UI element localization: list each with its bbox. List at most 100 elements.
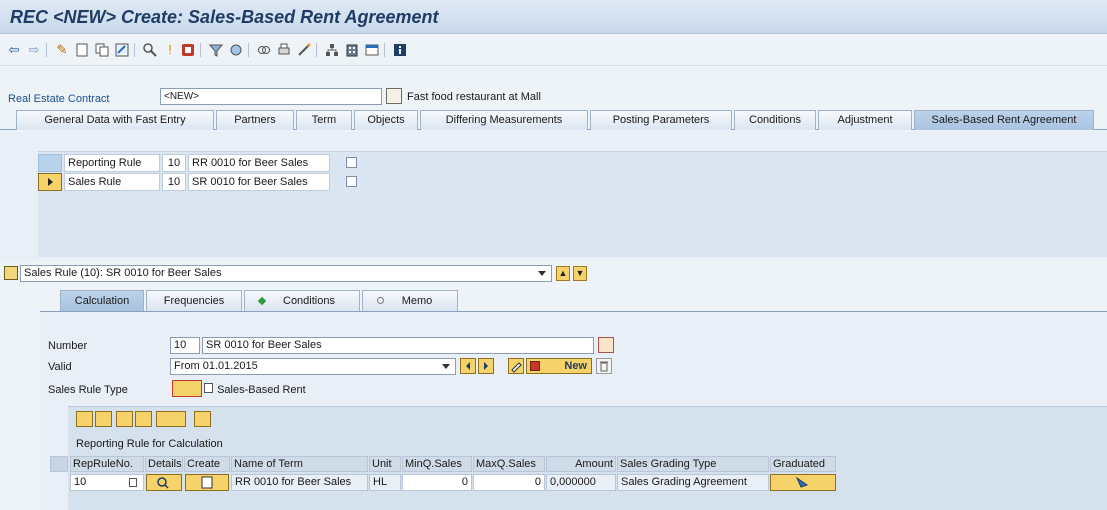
wand-icon[interactable] — [296, 42, 312, 58]
print-icon[interactable] — [276, 42, 292, 58]
column-header: Unit — [369, 456, 401, 472]
tab-term[interactable]: Term — [296, 110, 352, 130]
sales-rule-type-label: Sales Rule Type — [48, 384, 128, 396]
folder-icon[interactable] — [4, 266, 18, 280]
next-period-button[interactable] — [478, 358, 494, 374]
rule-selector-value: Sales Rule (10): SR 0010 for Beer Sales — [24, 267, 222, 279]
column-header: Graduated — [770, 456, 836, 472]
tab-sales-based-rent-agreement[interactable]: Sales-Based Rent Agreement — [914, 110, 1094, 130]
tab-conditions-sub[interactable]: Conditions — [244, 290, 360, 311]
chevron-down-icon — [442, 364, 450, 369]
previous-rule-button[interactable]: ▲ — [556, 266, 570, 281]
exclamation-icon[interactable]: ! — [162, 42, 178, 58]
forward-arrow-icon[interactable]: ⇨ — [26, 42, 42, 58]
layout-select-icon[interactable] — [156, 411, 186, 427]
info-icon[interactable] — [392, 42, 408, 58]
tab-partners[interactable]: Partners — [216, 110, 294, 130]
edit-pencil-icon[interactable]: ✎ — [54, 42, 70, 58]
copy-icon[interactable] — [94, 42, 110, 58]
tab-general-data[interactable]: General Data with Fast Entry — [16, 110, 214, 130]
display-change-icon[interactable] — [114, 42, 130, 58]
valid-label: Valid — [48, 361, 72, 373]
column-header: Create — [184, 456, 230, 472]
rule-name-cell: RR 0010 for Beer Sales — [188, 154, 330, 172]
object-icon[interactable] — [180, 42, 196, 58]
rep-rule-no-value: 10 — [74, 476, 87, 488]
sales-rule-type-text: Sales-Based Rent — [217, 384, 306, 396]
previous-period-button[interactable] — [460, 358, 476, 374]
new-button-label: New — [564, 360, 587, 372]
rule-number-cell: 10 — [162, 154, 186, 172]
tab-calculation[interactable]: Calculation — [60, 290, 144, 311]
sales-grading-type-cell: Sales Grading Agreement — [617, 474, 769, 491]
long-text-icon[interactable] — [598, 337, 614, 353]
chevron-down-icon — [538, 271, 546, 276]
tab-memo[interactable]: Memo — [362, 290, 458, 311]
column-header: MinQ.Sales — [402, 456, 472, 472]
find-icon[interactable] — [116, 411, 133, 427]
back-arrow-icon[interactable]: ⇦ — [6, 42, 22, 58]
amount-cell: 0,000000 — [546, 474, 616, 491]
table-row[interactable]: Sales Rule 10 SR 0010 for Beer Sales — [38, 173, 368, 191]
link-icon[interactable] — [256, 42, 272, 58]
new-button[interactable]: New — [526, 358, 592, 374]
tab-differing-measurements[interactable]: Differing Measurements — [420, 110, 588, 130]
insert-row-icon[interactable] — [95, 411, 112, 427]
rule-checkbox[interactable] — [346, 176, 357, 187]
tab-adjustment[interactable]: Adjustment — [818, 110, 912, 130]
rep-rule-no-cell[interactable]: 10 — [70, 474, 144, 491]
window-title: REC <NEW> Create: Sales-Based Rent Agree… — [10, 7, 439, 27]
column-header: Name of Term — [231, 456, 368, 472]
column-header: Sales Grading Type — [617, 456, 769, 472]
max-q-sales-cell[interactable]: 0 — [473, 474, 545, 491]
contract-label: Real Estate Contract — [8, 93, 110, 105]
edit-icon[interactable] — [508, 358, 524, 374]
tab-conditions-label: Conditions — [283, 295, 335, 307]
contract-details-icon[interactable] — [386, 88, 402, 104]
details-button[interactable] — [146, 474, 182, 491]
column-header: MaxQ.Sales — [473, 456, 545, 472]
find-next-icon[interactable] — [135, 411, 152, 427]
row-selector[interactable] — [38, 154, 62, 172]
append-row-icon[interactable] — [76, 411, 93, 427]
next-rule-button[interactable]: ▼ — [573, 266, 587, 281]
search-icon[interactable] — [142, 42, 158, 58]
green-diamond-icon — [257, 296, 267, 306]
select-all-icon[interactable] — [50, 456, 68, 472]
graduated-button[interactable] — [770, 474, 836, 491]
number-field[interactable]: 10 — [170, 337, 200, 354]
application-toolbar: ⇦ ⇨ ✎ ! — [0, 34, 1107, 66]
valid-dropdown[interactable]: From 01.01.2015 — [170, 358, 456, 375]
rule-name-cell: SR 0010 for Beer Sales — [188, 173, 330, 191]
hierarchy-icon[interactable] — [324, 42, 340, 58]
number-label: Number — [48, 340, 88, 352]
tab-frequencies[interactable]: Frequencies — [146, 290, 242, 311]
tab-conditions[interactable]: Conditions — [734, 110, 816, 130]
column-header: RepRuleNo. — [70, 456, 144, 472]
tab-posting-parameters[interactable]: Posting Parameters — [590, 110, 732, 130]
contract-field[interactable]: <NEW> — [160, 88, 382, 105]
create-button[interactable] — [185, 474, 229, 491]
rule-type-cell: Reporting Rule — [64, 154, 160, 172]
calculation-table-title: Reporting Rule for Calculation — [76, 438, 223, 450]
table-row[interactable]: Reporting Rule 10 RR 0010 for Beer Sales — [38, 154, 368, 172]
rule-checkbox[interactable] — [346, 157, 357, 168]
rule-selector-dropdown[interactable]: Sales Rule (10): SR 0010 for Beer Sales — [20, 265, 552, 282]
row-selector[interactable] — [38, 173, 62, 191]
delete-icon[interactable] — [596, 358, 612, 374]
tab-objects[interactable]: Objects — [354, 110, 418, 130]
new-document-icon[interactable] — [74, 42, 90, 58]
sales-rule-type-field[interactable] — [172, 380, 202, 397]
rule-tabstrip: Calculation Frequencies Conditions Memo — [40, 290, 1107, 312]
valid-value: From 01.01.2015 — [174, 360, 258, 372]
number-text-field[interactable]: SR 0010 for Beer Sales — [202, 337, 594, 354]
min-q-sales-cell[interactable]: 0 — [402, 474, 472, 491]
rule-number-cell: 10 — [162, 173, 186, 191]
filter-icon[interactable] — [208, 42, 224, 58]
value-help-icon[interactable] — [129, 478, 137, 487]
layout-icon[interactable] — [364, 42, 380, 58]
settings-icon[interactable] — [228, 42, 244, 58]
details-info-icon[interactable] — [194, 411, 211, 427]
empty-circle-icon — [377, 297, 384, 304]
building-icon[interactable] — [344, 42, 360, 58]
